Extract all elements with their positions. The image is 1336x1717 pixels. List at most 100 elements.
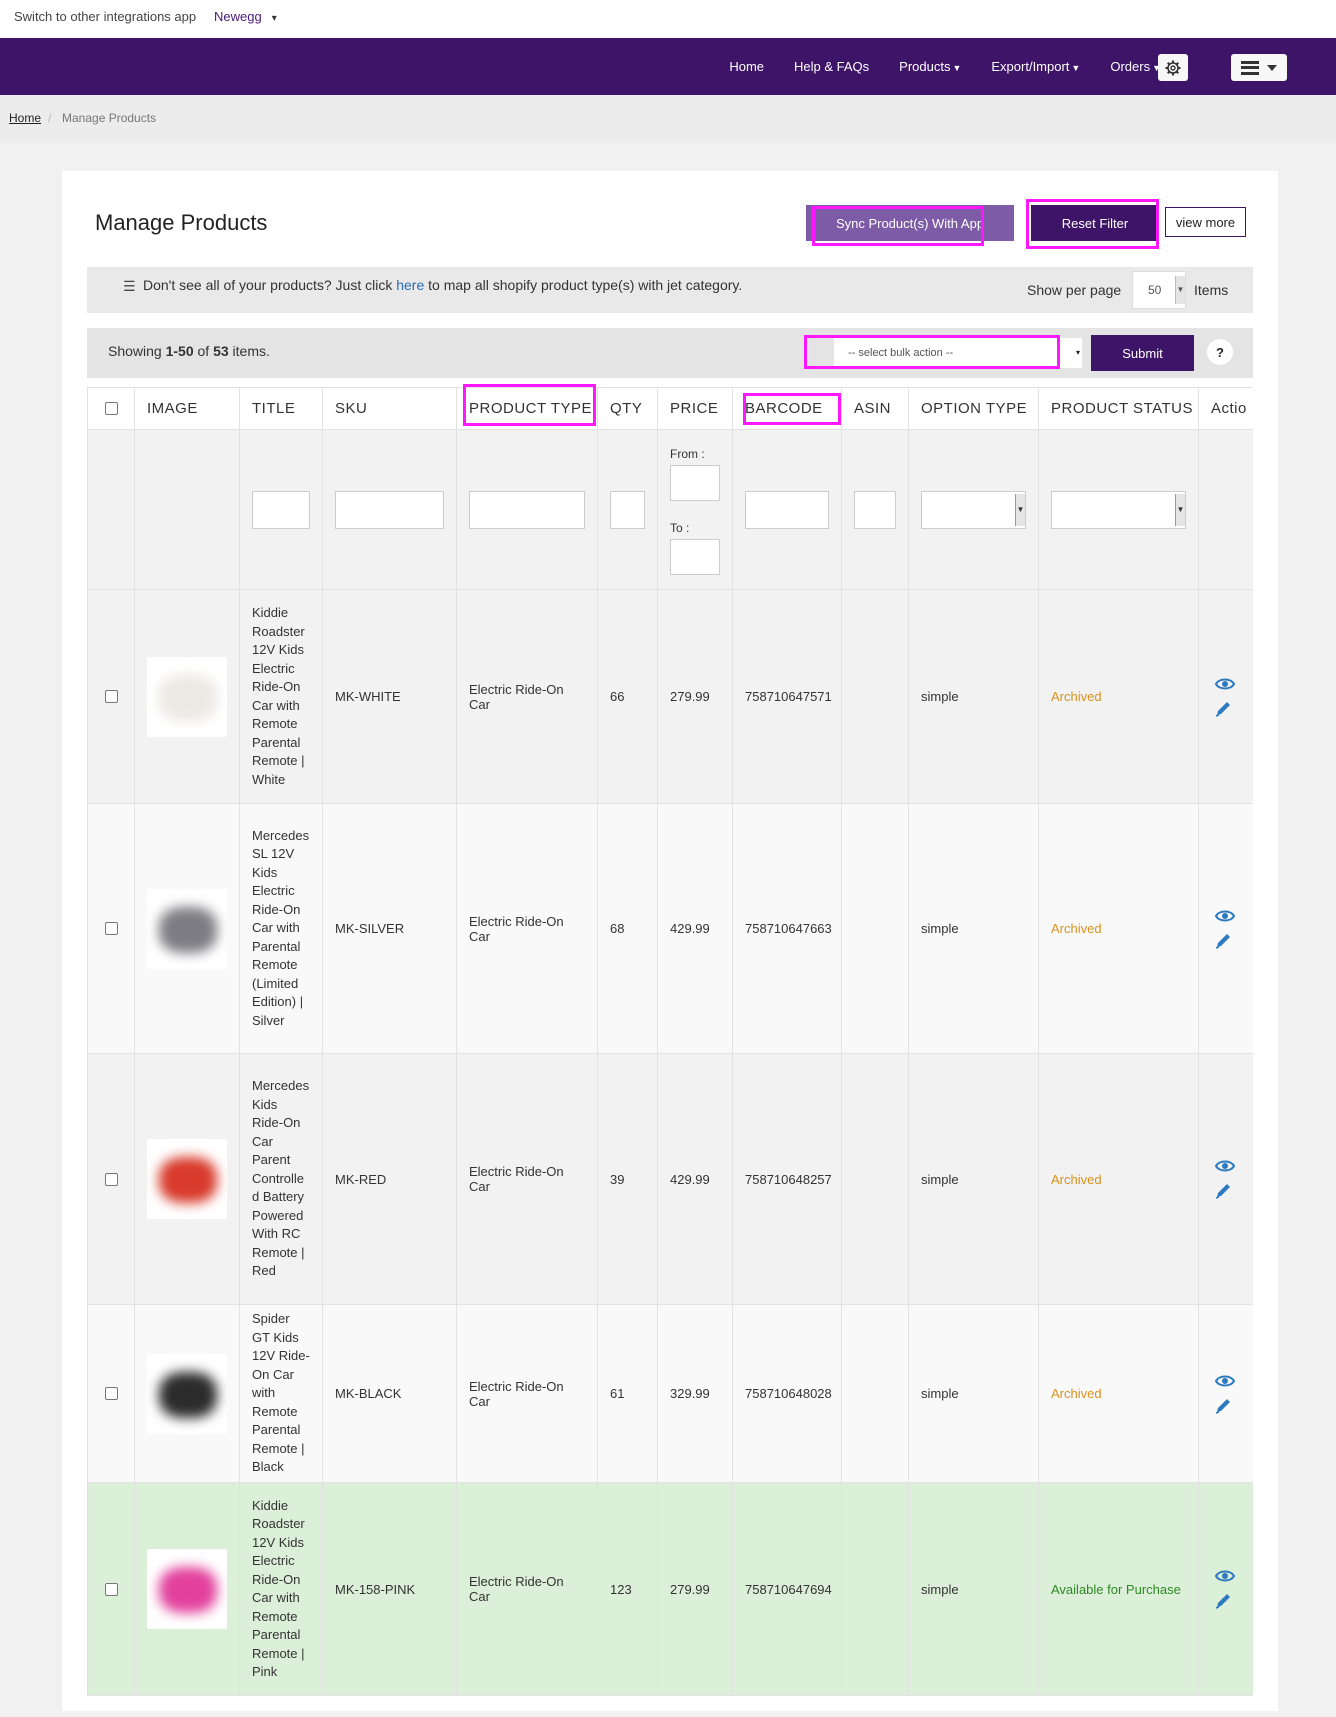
eye-icon[interactable] — [1215, 909, 1235, 923]
breadcrumb-home[interactable]: Home — [9, 111, 41, 125]
col-price[interactable]: PRICE — [657, 387, 733, 430]
product-thumbnail — [147, 1353, 227, 1434]
edit-pencil-icon[interactable] — [1215, 931, 1233, 949]
eye-icon[interactable] — [1215, 1374, 1235, 1388]
map-product-type-link[interactable]: here — [396, 277, 424, 293]
nav-home[interactable]: Home — [729, 59, 764, 74]
option-type-filter-select[interactable]: ▼ — [921, 490, 1026, 529]
reset-filter-button[interactable]: Reset Filter — [1031, 205, 1159, 241]
product-barcode-text: 758710647663 — [745, 921, 832, 936]
filter-cell-qty — [597, 429, 658, 590]
sync-products-button[interactable]: Sync Product(s) With App — [806, 205, 1014, 241]
account-menu-button[interactable] — [1231, 54, 1287, 81]
row-checkbox[interactable] — [104, 1582, 118, 1596]
spinner-icon: ▼ — [1015, 493, 1025, 526]
product-type: Electric Ride-On Car — [456, 1053, 598, 1305]
product-title[interactable]: Kiddie Roadster 12V Kids Electric Ride-O… — [239, 589, 323, 804]
product-qty-text: 39 — [610, 1171, 625, 1187]
price-from-input[interactable] — [670, 464, 720, 501]
col-option-type[interactable]: OPTION TYPE — [908, 387, 1039, 430]
table-row: Mercedes SL 12V Kids Electric Ride-On Ca… — [87, 803, 1253, 1054]
nav-export-label: Export/Import — [991, 59, 1070, 74]
settings-button[interactable] — [1158, 54, 1188, 81]
product-barcode: 758710647694 — [732, 1482, 842, 1696]
nav-orders[interactable]: Orders ▼ — [1110, 59, 1161, 74]
eye-icon[interactable] — [1215, 677, 1235, 691]
per-page-select[interactable]: 50 ▼ — [1132, 271, 1186, 309]
breadcrumb-separator: / — [48, 111, 52, 125]
qty-filter-input[interactable] — [610, 490, 645, 529]
view-more-button[interactable]: view more — [1165, 207, 1246, 237]
filter-row: From : To : ▼ ▼ — [87, 429, 1253, 590]
nav-export-import[interactable]: Export/Import ▼ — [991, 59, 1080, 74]
product-title[interactable]: Mercedes Kids Ride-On Car Parent Control… — [239, 1053, 323, 1305]
filter-cell-option: ▼ — [908, 429, 1039, 590]
nav-products[interactable]: Products ▼ — [899, 59, 961, 74]
asin-filter-input[interactable] — [854, 490, 896, 529]
product-title[interactable]: Spider GT Kids 12V Ride-On Car with Remo… — [239, 1304, 323, 1483]
image-cell — [134, 1482, 240, 1696]
product-type-text: Electric Ride-On Car — [469, 1574, 564, 1604]
integration-select-value: Newegg — [214, 9, 262, 24]
nav-help[interactable]: Help & FAQs — [794, 59, 869, 74]
select-all-checkbox[interactable] — [104, 402, 118, 415]
product-sku: MK-SILVER — [322, 803, 457, 1054]
price-to-input[interactable] — [670, 538, 720, 575]
status-filter-select[interactable]: ▼ — [1051, 490, 1186, 529]
product-image-blob — [159, 906, 217, 953]
bulk-action-placeholder: -- select bulk action -- — [848, 347, 954, 359]
main-navbar: Home Help & FAQs Products ▼ Export/Import… — [0, 38, 1336, 95]
product-price-text: 429.99 — [670, 921, 710, 936]
product-sku: MK-WHITE — [322, 589, 457, 804]
product-title-text: Mercedes SL 12V Kids Electric Ride-On Ca… — [252, 827, 310, 1028]
row-checkbox[interactable] — [104, 690, 118, 703]
product-option-type: simple — [908, 1304, 1039, 1483]
edit-pencil-icon[interactable] — [1215, 1181, 1233, 1199]
product-image-blob — [159, 674, 217, 721]
barcode-filter-input[interactable] — [745, 490, 829, 529]
product-asin — [841, 803, 909, 1054]
edit-pencil-icon[interactable] — [1215, 1396, 1233, 1414]
row-checkbox[interactable] — [104, 1172, 118, 1186]
product-qty-text: 61 — [610, 1386, 625, 1401]
row-checkbox[interactable] — [104, 1387, 118, 1400]
sku-filter-input[interactable] — [335, 490, 444, 529]
action-icons — [1211, 1569, 1241, 1609]
product-price-text: 429.99 — [670, 1171, 710, 1187]
col-actions: Actio — [1198, 387, 1253, 430]
col-barcode[interactable]: BARCODE — [732, 387, 842, 430]
page-title: Manage Products — [95, 210, 268, 235]
product-status: Archived — [1038, 803, 1199, 1054]
product-actions — [1198, 1482, 1253, 1696]
product-barcode: 758710648257 — [732, 1053, 842, 1305]
showing-suffix: items. — [228, 343, 270, 359]
integration-select[interactable]: Newegg ▾ — [214, 9, 277, 24]
product-sku-text: MK-BLACK — [335, 1386, 402, 1401]
col-product-status[interactable]: PRODUCT STATUS — [1038, 387, 1199, 430]
product-actions — [1198, 1304, 1253, 1483]
col-title[interactable]: TITLE — [239, 387, 323, 430]
title-filter-input[interactable] — [252, 490, 310, 529]
product-title[interactable]: Mercedes SL 12V Kids Electric Ride-On Ca… — [239, 803, 323, 1054]
submit-button[interactable]: Submit — [1091, 335, 1194, 371]
eye-icon[interactable] — [1215, 1159, 1235, 1173]
product-option-text: simple — [921, 921, 959, 936]
product-price: 429.99 — [657, 803, 733, 1054]
help-button[interactable]: ? — [1207, 339, 1233, 365]
col-qty[interactable]: QTY — [597, 387, 658, 430]
product-type-filter-input[interactable] — [469, 490, 585, 529]
product-title[interactable]: Kiddie Roadster 12V Kids Electric Ride-O… — [239, 1482, 323, 1696]
product-option-type: simple — [908, 803, 1039, 1054]
eye-icon[interactable] — [1215, 1569, 1235, 1583]
edit-pencil-icon[interactable] — [1215, 1591, 1233, 1609]
product-type-text: Electric Ride-On Car — [469, 1164, 564, 1194]
per-page-label: Show per page — [1027, 282, 1122, 298]
row-checkbox[interactable] — [104, 922, 118, 935]
edit-pencil-icon[interactable] — [1215, 699, 1233, 717]
col-sku[interactable]: SKU — [322, 387, 457, 430]
product-status-text: Archived — [1051, 1171, 1102, 1187]
bulk-action-select[interactable]: -- select bulk action -- ▾ — [834, 338, 1082, 368]
col-asin[interactable]: ASIN — [841, 387, 909, 430]
chevron-down-icon: ▾ — [1076, 348, 1081, 357]
col-product-type[interactable]: PRODUCT TYPE — [456, 387, 598, 430]
